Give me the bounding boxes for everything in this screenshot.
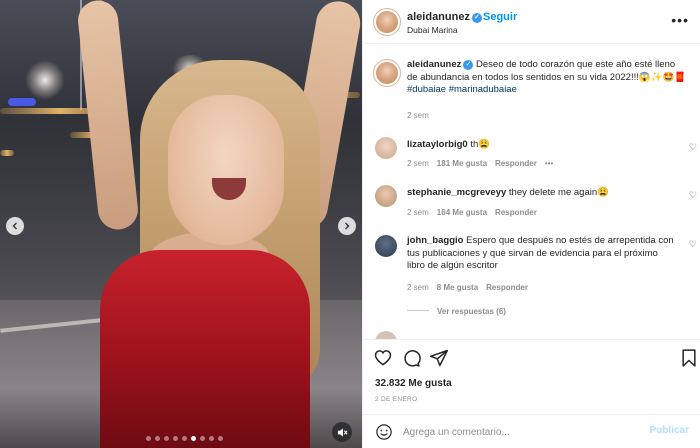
likes-count[interactable]: 32.832 Me gusta [375,378,452,389]
comment-username[interactable]: john_baggio [407,235,463,246]
firework [25,60,65,100]
comment-like-icon[interactable]: ♡ [689,142,697,153]
author-username[interactable]: aleidanunez ✓ [407,11,482,23]
comment-text: th😩 [470,139,491,150]
location-link[interactable]: Dubai Marina [407,25,458,35]
post-side-panel: aleidanunez ✓ Seguir Dubai Marina ••• ale… [362,0,700,448]
carousel-dot [173,436,178,441]
carousel-dot [164,436,169,441]
post-media[interactable] [0,0,362,448]
follow-button[interactable]: Seguir [483,11,517,23]
bookmark-icon[interactable] [679,348,699,368]
caption-avatar[interactable] [373,59,401,87]
comment-username[interactable]: lizataylorbig0 [407,139,468,150]
comment-meta: 2 sem 181 Me gusta Responder ••• [407,159,553,168]
post-header: aleidanunez ✓ Seguir Dubai Marina ••• [363,0,700,44]
red-dress [100,250,310,448]
comment-avatar[interactable] [375,331,397,339]
heart-icon[interactable] [373,348,393,368]
carousel-dot [182,436,187,441]
carousel-dot [146,436,151,441]
more-options-icon[interactable]: ••• [671,12,689,28]
speaker-muted-icon [337,427,348,437]
carousel-dot [218,436,223,441]
caption-time: 2 sem [407,111,429,120]
carousel-indicator [146,436,223,441]
comment-avatar[interactable] [375,185,397,207]
reply-button[interactable]: Responder [486,283,528,292]
comment-likes[interactable]: 164 Me gusta [437,208,487,217]
comment-likes[interactable]: 181 Me gusta [437,159,487,168]
comment-avatar[interactable] [375,137,397,159]
chevron-right-icon [345,222,350,230]
publish-button[interactable]: Publicar [650,425,689,436]
comment-time: 2 sem [407,159,429,168]
comment-more-icon[interactable]: ••• [545,159,553,168]
comment-icon[interactable] [401,348,421,368]
boat-lights [0,150,14,156]
boat-light [8,98,36,106]
comment-input[interactable] [403,424,643,440]
comment-likes[interactable]: 8 Me gusta [437,283,478,292]
comment-time: 2 sem [407,208,429,217]
author-avatar[interactable] [373,8,401,36]
comment-body: lizataylorbig0 th😩 [407,139,677,152]
comment-meta: 2 sem 8 Me gusta Responder [407,283,528,292]
carousel-dot [200,436,205,441]
mute-button[interactable] [332,422,352,442]
comment-text: they delete me again😩 [508,187,609,198]
face [168,95,284,245]
comment-time: 2 sem [407,283,429,292]
verified-badge-icon: ✓ [471,13,482,23]
comments-list[interactable]: aleidanunez ✓ Deseo de todo corazón que e… [363,45,700,339]
comment-avatar[interactable] [375,235,397,257]
post-date: 2 DE ENERO [375,396,418,403]
comment-body: john_baggio Espero que después no estés … [407,235,677,273]
comment-body: stephanie_mcgreveyy they delete me again… [407,187,677,200]
comment-like-icon[interactable]: ♡ [689,239,697,250]
comment-like-icon[interactable]: ♡ [689,190,697,201]
chevron-left-icon [12,222,17,230]
comment-composer: Publicar [363,414,700,448]
next-slide-button[interactable] [338,217,356,235]
comment-meta: 2 sem 164 Me gusta Responder [407,208,537,217]
reply-button[interactable]: Responder [495,208,537,217]
smiley-icon[interactable] [375,423,393,441]
post-actions [363,339,700,375]
verified-badge-icon: ✓ [463,60,474,70]
caption-username[interactable]: aleidanunez [407,59,461,70]
share-icon[interactable] [429,348,449,368]
caption-hashtags[interactable]: #dubaiae #marinadubaiae [407,84,517,95]
view-replies-button[interactable]: Ver respuestas (6) [407,307,506,316]
post-caption: aleidanunez ✓ Deseo de todo corazón que e… [407,59,687,97]
reply-button[interactable]: Responder [495,159,537,168]
comment-username[interactable]: stephanie_mcgreveyy [407,187,506,198]
carousel-dot [191,436,196,441]
prev-slide-button[interactable] [6,217,24,235]
carousel-dot [209,436,214,441]
carousel-dot [155,436,160,441]
